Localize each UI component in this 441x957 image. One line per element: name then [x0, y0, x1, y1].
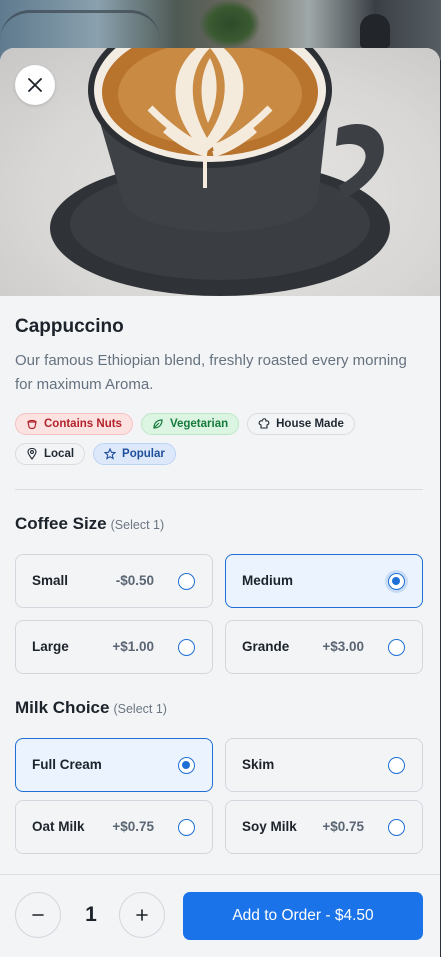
option-price: +$1.00: [112, 639, 154, 654]
tag-contains-nuts: Contains Nuts: [15, 413, 133, 435]
plus-icon: [136, 909, 148, 921]
section-title: Milk Choice: [15, 698, 110, 717]
tag-label: Popular: [122, 448, 165, 460]
close-icon: [28, 78, 42, 92]
product-image: [0, 48, 440, 296]
option-name: Oat Milk: [32, 819, 85, 834]
option-name: Grande: [242, 639, 290, 654]
option-name: Skim: [242, 757, 275, 772]
tag-house-made: House Made: [247, 413, 355, 435]
milk-option-soy[interactable]: Soy Milk +$0.75: [225, 800, 423, 854]
coffee-size-heading: Coffee Size (Select 1): [15, 514, 164, 534]
tag-label: Local: [44, 448, 75, 460]
product-description: Our famous Ethiopian blend, freshly roas…: [15, 352, 407, 393]
minus-icon: [32, 914, 44, 916]
tag-label: Contains Nuts: [44, 418, 122, 430]
decrease-quantity-button[interactable]: [15, 892, 61, 938]
close-button[interactable]: [15, 65, 55, 105]
radio-button[interactable]: [178, 639, 195, 656]
section-hint: (Select 1): [113, 702, 167, 716]
divider: [15, 489, 423, 490]
leaf-icon: [153, 419, 163, 429]
star-icon: [104, 448, 117, 460]
option-price: -$0.50: [115, 573, 154, 588]
option-name: Full Cream: [32, 757, 102, 772]
tag-local: Local: [15, 443, 86, 465]
size-option-medium[interactable]: Medium: [225, 554, 423, 608]
product-title: Cappuccino: [15, 316, 124, 337]
milk-choice-heading: Milk Choice (Select 1): [15, 698, 167, 718]
increase-quantity-button[interactable]: [119, 892, 165, 938]
radio-button-selected[interactable]: [388, 573, 405, 590]
option-price: +$0.75: [322, 819, 364, 834]
milk-option-full-cream[interactable]: Full Cream: [15, 738, 213, 792]
product-sheet: Cappuccino Our famous Ethiopian blend, f…: [0, 48, 440, 957]
radio-button[interactable]: [178, 819, 195, 836]
option-price: +$0.75: [112, 819, 154, 834]
radio-button[interactable]: [388, 757, 405, 774]
option-name: Large: [32, 639, 69, 654]
size-option-grande[interactable]: Grande +$3.00: [225, 620, 423, 674]
add-to-order-button[interactable]: Add to Order - $4.50: [183, 892, 423, 940]
quantity-value: 1: [85, 903, 97, 926]
tag-list: Contains Nuts Vegetarian House Made Loca…: [15, 413, 423, 465]
option-name: Medium: [242, 573, 294, 588]
tag-label: Vegetarian: [169, 418, 229, 430]
order-footer: 1 Add to Order - $4.50: [0, 874, 440, 957]
tag-vegetarian: Vegetarian: [140, 413, 240, 435]
radio-button-selected[interactable]: [178, 757, 195, 774]
nut-icon: [27, 419, 37, 430]
size-option-large[interactable]: Large +$1.00: [15, 620, 213, 674]
size-option-small[interactable]: Small -$0.50: [15, 554, 213, 608]
tag-popular: Popular: [93, 443, 176, 465]
coffee-cup-illustration: [50, 48, 390, 296]
tag-label: House Made: [276, 418, 344, 430]
radio-button[interactable]: [178, 573, 195, 590]
section-title: Coffee Size: [15, 514, 107, 533]
option-price: +$3.00: [322, 639, 364, 654]
radio-button[interactable]: [388, 819, 405, 836]
option-name: Small: [32, 573, 69, 588]
milk-option-skim[interactable]: Skim: [225, 738, 423, 792]
milk-option-oat[interactable]: Oat Milk +$0.75: [15, 800, 213, 854]
section-hint: (Select 1): [110, 518, 165, 532]
option-name: Soy Milk: [242, 819, 297, 834]
radio-button[interactable]: [388, 639, 405, 656]
location-pin-icon: [27, 448, 37, 460]
chef-hat-icon: [258, 418, 270, 429]
